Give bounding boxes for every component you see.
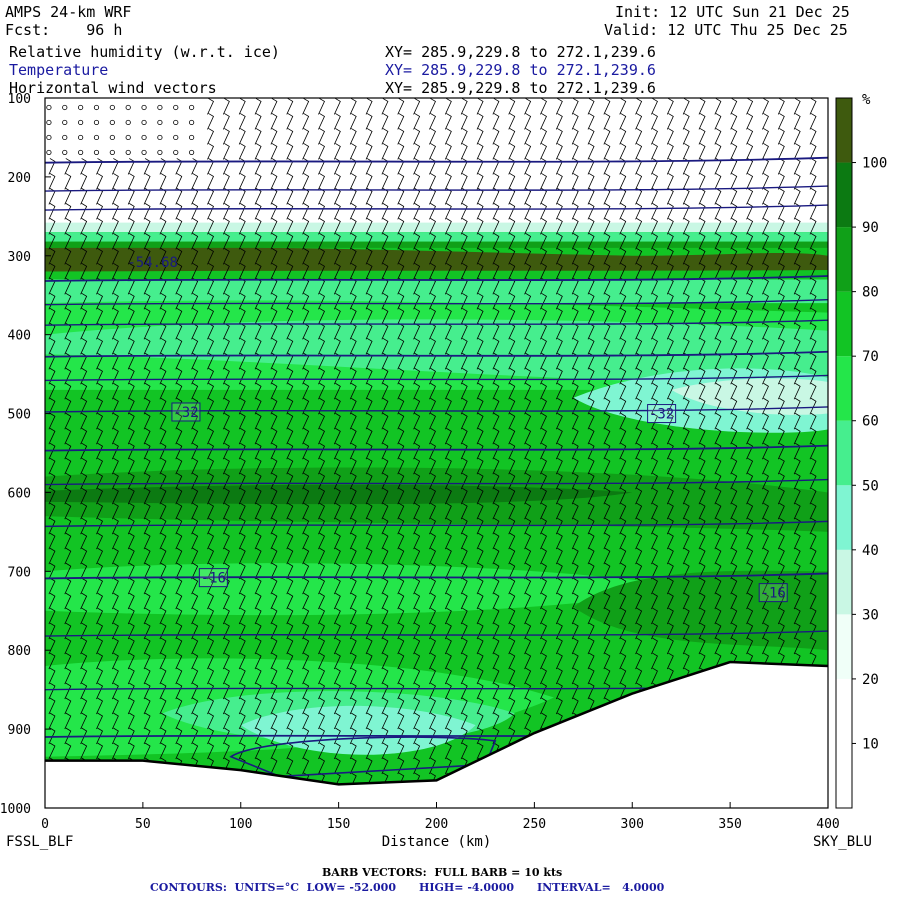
y-tick-label: 600: [8, 486, 31, 501]
x-tick-label: 200: [425, 817, 448, 832]
left-endpoint-label: FSSL_BLF: [6, 834, 73, 850]
y-tick-label: 300: [8, 250, 31, 265]
y-tick-label: 900: [8, 723, 31, 738]
cross-section-chart: -54.68 -32 -32 -16 -16 0 50 100 150 200 250 300 350…: [0, 92, 887, 850]
colorbar-unit: %: [862, 92, 871, 108]
colorbar-label: 100: [862, 156, 887, 172]
colorbar-swatch: [836, 356, 852, 421]
colorbar-swatch: [836, 678, 852, 744]
x-tick-label: 400: [816, 817, 839, 832]
y-tick-label: 200: [8, 171, 31, 186]
x-tick-label: 150: [327, 817, 350, 832]
y-tick-label: 800: [8, 644, 31, 659]
colorbar-label: 30: [862, 607, 879, 623]
colorbar-label: 50: [862, 478, 879, 494]
colorbar-swatch: [836, 743, 852, 808]
x-tick-label: 50: [135, 817, 151, 832]
contour-label: -32: [173, 405, 198, 421]
right-endpoint-label: SKY_BLU: [813, 834, 872, 850]
y-tick-label: 400: [8, 329, 31, 344]
contour-label: -32: [649, 407, 674, 423]
colorbar-swatch: [836, 227, 852, 292]
y-tick-label: 700: [8, 565, 31, 580]
colorbar-swatch: [836, 291, 852, 357]
colorbar-label: 20: [862, 672, 879, 688]
y-tick-label: 500: [8, 408, 31, 423]
rh-shading: [45, 232, 828, 242]
colorbar-swatch: [836, 162, 852, 228]
x-tick-label: 100: [229, 817, 252, 832]
colorbar-label: 10: [862, 736, 879, 752]
rh-shading: [45, 279, 828, 304]
colorbar-swatch: [836, 420, 852, 486]
x-tick-label: 350: [718, 817, 741, 832]
rh-shading: [45, 222, 828, 233]
colorbar-swatch: [836, 98, 852, 163]
colorbar-label: 70: [862, 349, 879, 365]
contour-legend: CONTOURS: UNITS=°C LOW= -52.000 HIGH= -4…: [150, 881, 665, 894]
contour-label: -16: [761, 586, 786, 602]
contour-label: -16: [201, 571, 226, 587]
x-tick-label: 250: [523, 817, 546, 832]
barb-legend: BARB VECTORS: FULL BARB = 10 kts: [322, 866, 563, 879]
y-tick-label: 100: [8, 92, 31, 107]
colorbar-swatch: [836, 549, 852, 615]
colorbar-swatch: [836, 614, 852, 679]
colorbar-label: 60: [862, 414, 879, 430]
contour-label: -54.68: [127, 255, 178, 271]
x-tick-label: 300: [621, 817, 644, 832]
colorbar-swatch: [836, 485, 852, 550]
y-tick-label: 1000: [0, 802, 31, 817]
x-axis-label: Distance (km): [382, 834, 492, 850]
colorbar-label: 90: [862, 220, 879, 236]
colorbar-label: 40: [862, 543, 879, 559]
colorbar-label: 80: [862, 285, 879, 301]
x-tick-label: 0: [41, 817, 49, 832]
